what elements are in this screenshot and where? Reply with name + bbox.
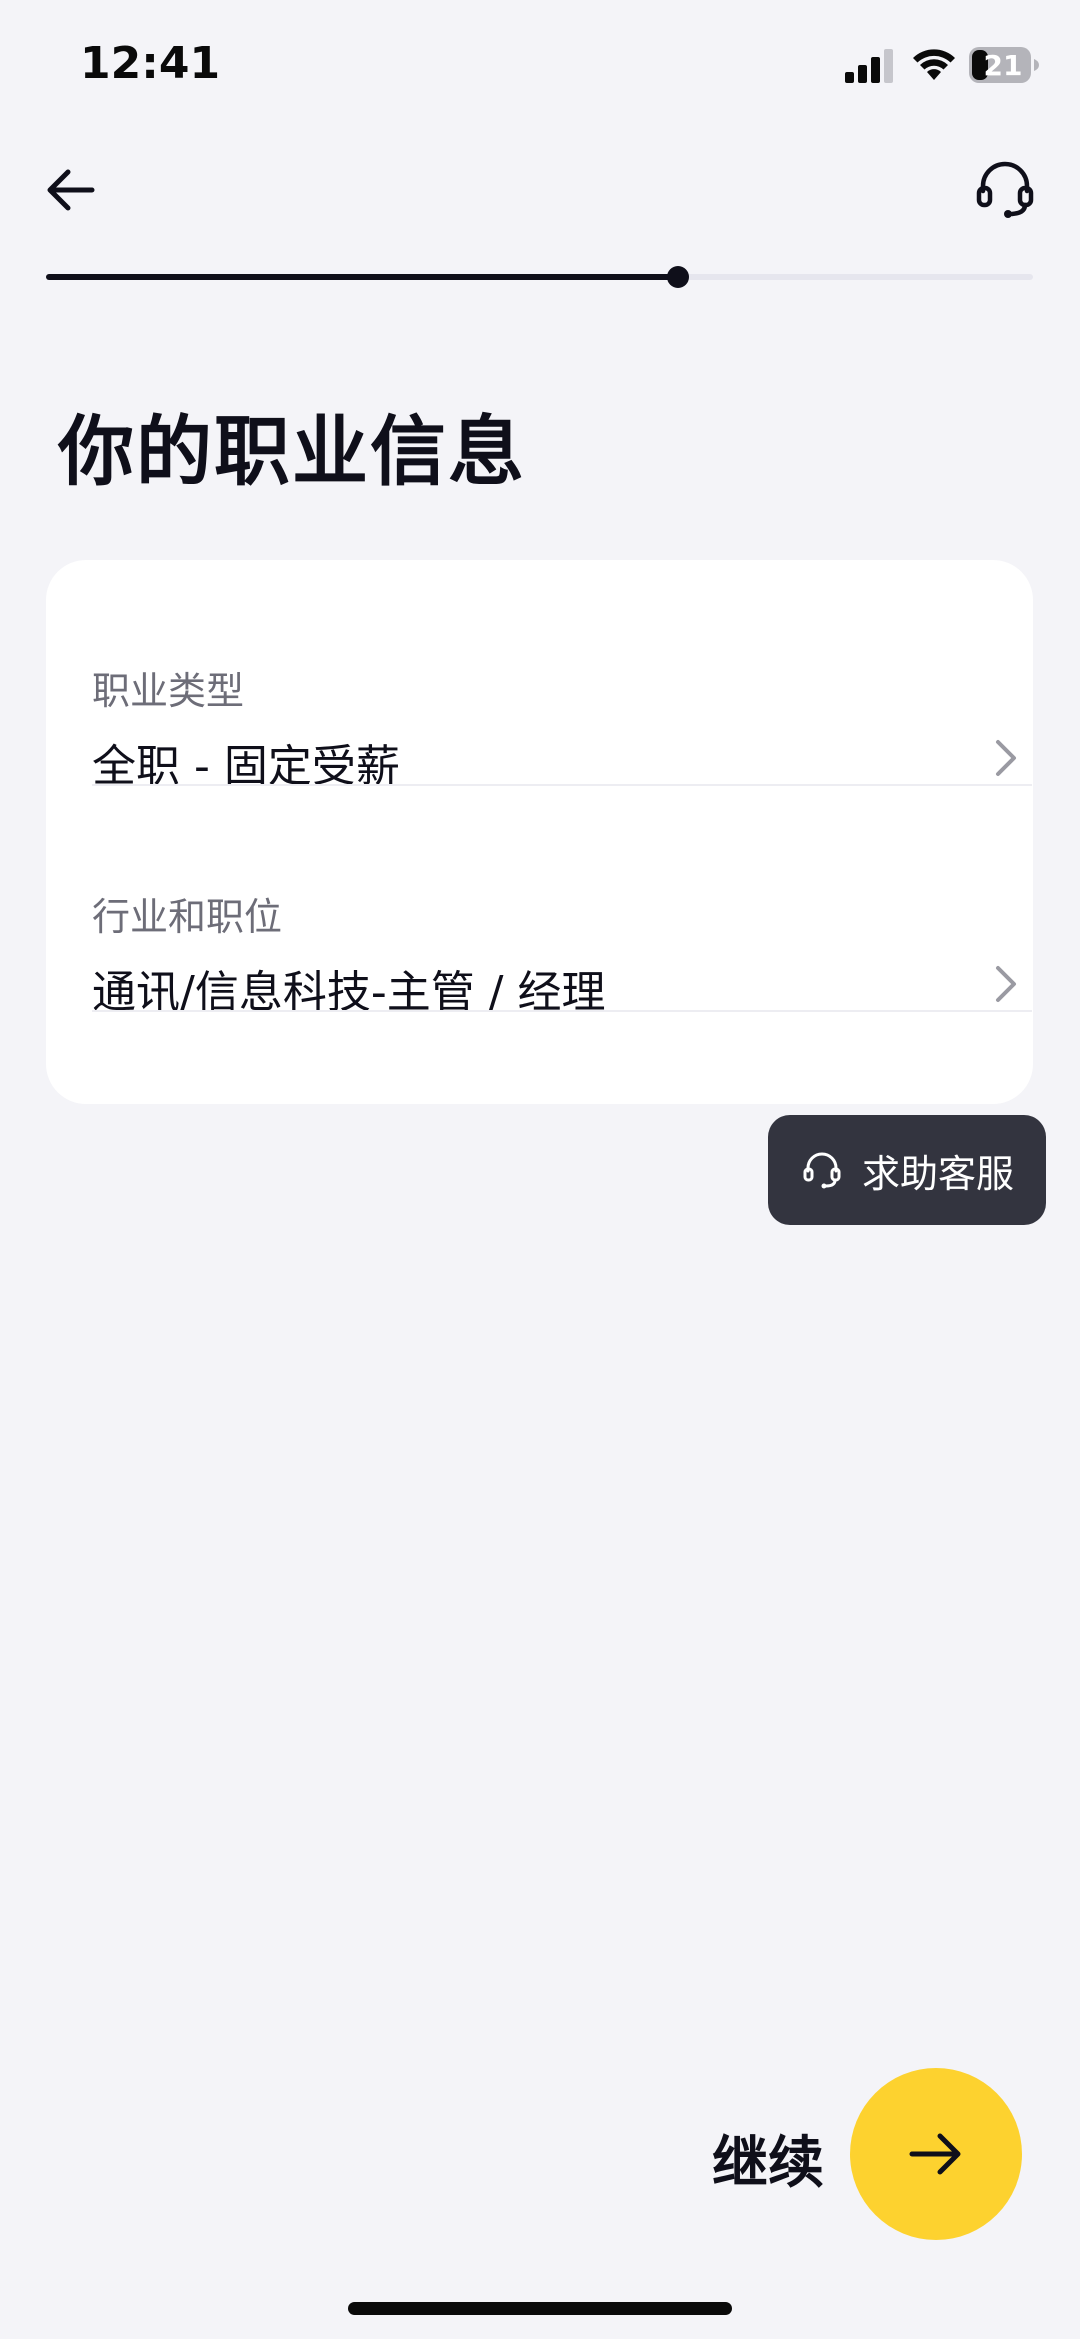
industry-position-label: 行业和职位 [92,895,283,939]
help-label: 求助客服 [862,1151,1015,1196]
status-bar: 12:41 21 [0,0,1080,130]
headset-icon [976,161,1034,218]
home-indicator [348,2302,732,2315]
divider [92,1010,1032,1012]
employment-type-row[interactable]: 职业类型 全职 - 固定受薪 [92,560,1032,792]
occupation-card: 职业类型 全职 - 固定受薪 行业和职位 通讯/信息科技-主管 / 经理 [46,560,1033,1104]
help-customer-service-button[interactable]: 求助客服 [768,1115,1046,1225]
industry-position-row[interactable]: 行业和职位 通讯/信息科技-主管 / 经理 [92,786,1032,1018]
battery-level: 21 [983,49,1023,82]
page-title: 你的职业信息 [58,407,526,496]
arrow-left-icon [47,169,95,211]
continue-label[interactable]: 继续 [712,2118,824,2199]
chevron-right-icon [996,740,1016,776]
status-time: 12:41 [80,38,221,89]
continue-button[interactable] [850,2068,1022,2240]
signal-icon [845,49,893,83]
customer-support-button[interactable] [965,150,1045,230]
screen: 12:41 21 你的职业信息 职业类型 全职 - 固定受薪 行业和职位 通讯/… [0,0,1080,2339]
progress-fill [46,274,678,280]
headset-icon [803,1152,841,1189]
arrow-right-icon [909,2133,961,2175]
wifi-icon [913,49,955,80]
progress-knob [666,266,689,288]
employment-type-label: 职业类型 [92,669,245,713]
back-button[interactable] [30,150,110,230]
progress-bar [46,266,1033,288]
chevron-right-icon [996,966,1016,1002]
